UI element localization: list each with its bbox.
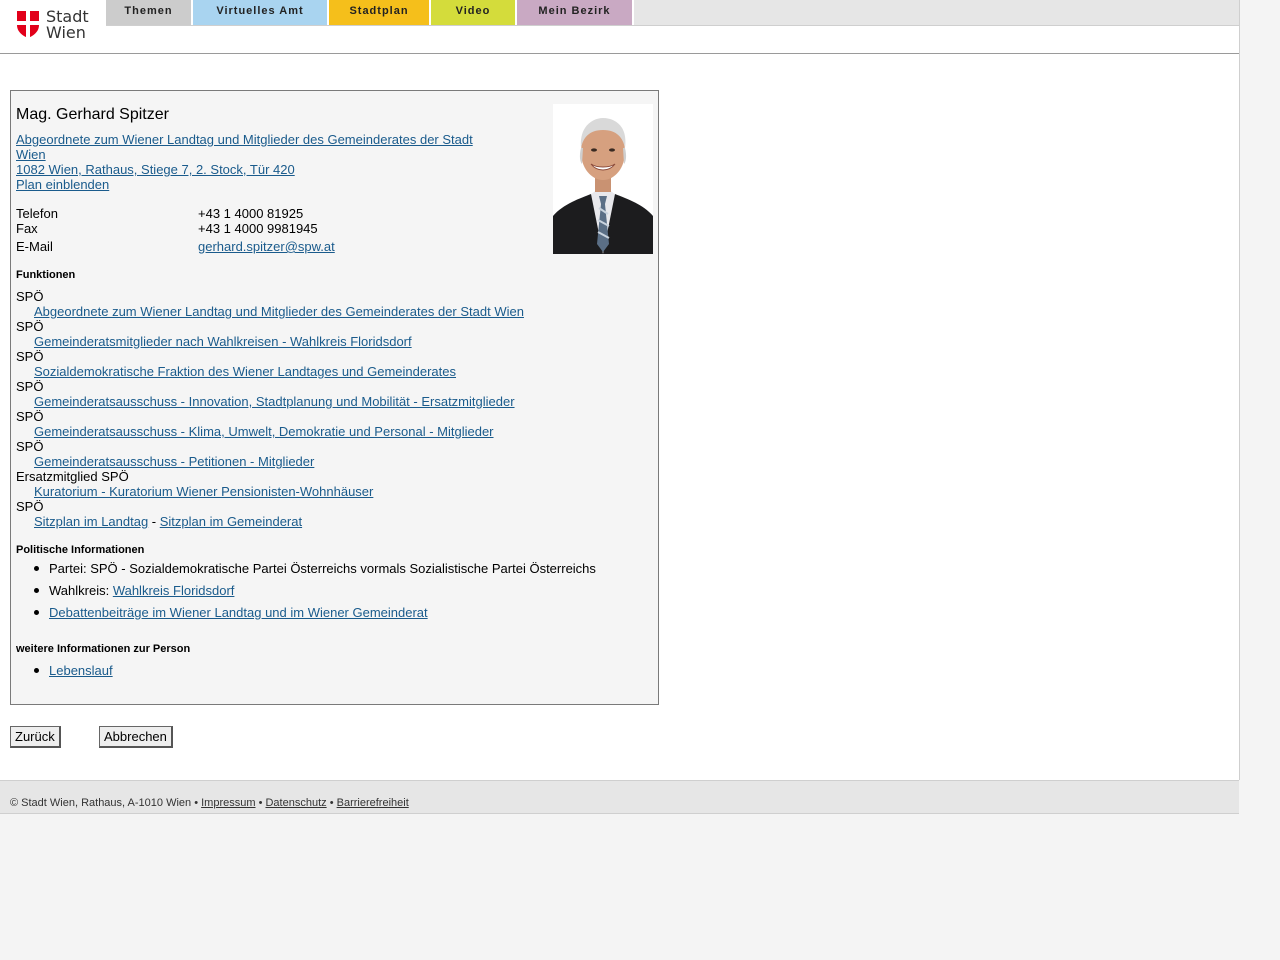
function-link[interactable]: Sozialdemokratische Fraktion des Wiener …: [16, 364, 636, 379]
phone-label: Telefon: [16, 206, 58, 221]
email-link[interactable]: gerhard.spitzer@spw.at: [198, 239, 335, 254]
weitere-informationen-heading: weitere Informationen zur Person: [16, 643, 191, 655]
function-party: SPÖ: [16, 319, 44, 334]
function-party: SPÖ: [16, 439, 44, 454]
footer-separator: •: [326, 797, 337, 809]
site-footer: © Stadt Wien, Rathaus, A-1010 Wien • Imp…: [0, 780, 1239, 814]
debattenbeitraege-link[interactable]: Debattenbeiträge im Wiener Landtag und i…: [49, 605, 428, 620]
partei-label: Partei:: [49, 561, 91, 576]
page: Stadt Wien Themen Virtuelles Amt Stadtpl…: [0, 0, 1240, 780]
function-link[interactable]: Kuratorium - Kuratorium Wiener Pensionis…: [16, 484, 636, 499]
function-party: SPÖ: [16, 379, 44, 394]
lebenslauf-link[interactable]: Lebenslauf: [49, 663, 113, 678]
address-block: Abgeordnete zum Wiener Landtag und Mitgl…: [16, 132, 486, 192]
logo-line-2: Wien: [46, 23, 86, 42]
politische-informationen-list: Partei: SPÖ - Sozialdemokratische Partei…: [16, 561, 636, 627]
lebenslauf-item: Lebenslauf: [16, 663, 636, 685]
nav-tab-virtuelles-amt[interactable]: Virtuelles Amt: [193, 0, 329, 25]
function-link[interactable]: Gemeinderatsausschuss - Klima, Umwelt, D…: [16, 424, 636, 439]
impressum-link[interactable]: Impressum: [201, 797, 255, 809]
fax-label: Fax: [16, 221, 38, 236]
function-link[interactable]: Abgeordnete zum Wiener Landtag und Mitgl…: [16, 304, 636, 319]
function-party: SPÖ: [16, 349, 44, 364]
person-name: Mag. Gerhard Spitzer: [16, 106, 169, 123]
seating-separator: -: [148, 514, 160, 529]
footer-separator: •: [255, 797, 266, 809]
address-link[interactable]: 1082 Wien, Rathaus, Stiege 7, 2. Stock, …: [16, 162, 486, 177]
back-button[interactable]: Zurück: [10, 726, 61, 748]
function-party: SPÖ: [16, 409, 44, 424]
nav-tab-stadtplan[interactable]: Stadtplan: [329, 0, 431, 25]
seating-plan-row: Sitzplan im Landtag - Sitzplan im Gemein…: [16, 514, 636, 529]
barrierefreiheit-link[interactable]: Barrierefreiheit: [337, 797, 409, 809]
wien-shield-icon: [17, 11, 39, 38]
weitere-informationen-list: Lebenslauf: [16, 663, 636, 685]
footer-text: © Stadt Wien, Rathaus, A-1010 Wien • Imp…: [10, 797, 409, 809]
person-detail-box: Mag. Gerhard Spitzer Abgeordnete zum Wie…: [10, 90, 659, 705]
contact-row-fax: Fax +43 1 4000 9981945: [16, 221, 486, 236]
contact-row-email: E-Mail gerhard.spitzer@spw.at: [16, 239, 486, 254]
phone-value: +43 1 4000 81925: [198, 206, 304, 221]
role-link-line-2: Wien: [16, 147, 46, 162]
site-header: Stadt Wien Themen Virtuelles Amt Stadtpl…: [0, 0, 1239, 54]
role-link[interactable]: Abgeordnete zum Wiener Landtag und Mitgl…: [16, 132, 486, 162]
logo-wordmark: Stadt Wien: [46, 9, 89, 41]
seating-party: SPÖ: [16, 499, 44, 514]
wahlkreis-label: Wahlkreis:: [49, 583, 113, 598]
person-photo: [553, 104, 653, 254]
debatten-item: Debattenbeiträge im Wiener Landtag und i…: [16, 605, 636, 627]
function-link[interactable]: Gemeinderatsausschuss - Innovation, Stad…: [16, 394, 636, 409]
sitzplan-gemeinderat-link[interactable]: Sitzplan im Gemeinderat: [160, 514, 302, 529]
email-label: E-Mail: [16, 239, 53, 254]
contact-block: Telefon +43 1 4000 81925 Fax +43 1 4000 …: [16, 206, 486, 254]
nav-tab-themen[interactable]: Themen: [106, 0, 193, 25]
wahlkreis-link[interactable]: Wahlkreis Floridsdorf: [113, 583, 235, 598]
partei-value: SPÖ - Sozialdemokratische Partei Österre…: [90, 561, 596, 576]
function-link[interactable]: Gemeinderatsausschuss - Petitionen - Mit…: [16, 454, 636, 469]
portrait-image: [553, 104, 653, 254]
partei-item: Partei: SPÖ - Sozialdemokratische Partei…: [16, 561, 636, 583]
datenschutz-link[interactable]: Datenschutz: [265, 797, 326, 809]
cancel-button[interactable]: Abbrechen: [99, 726, 173, 748]
function-link[interactable]: Gemeinderatsmitglieder nach Wahlkreisen …: [16, 334, 636, 349]
politische-informationen-heading: Politische Informationen: [16, 544, 145, 556]
stadt-wien-logo[interactable]: Stadt Wien: [17, 9, 93, 43]
function-party: SPÖ: [16, 289, 44, 304]
function-party: Ersatzmitglied SPÖ: [16, 469, 129, 484]
plan-einblenden-link[interactable]: Plan einblenden: [16, 177, 486, 192]
funktionen-heading: Funktionen: [16, 269, 76, 281]
footer-copyright: © Stadt Wien, Rathaus, A-1010 Wien •: [10, 797, 202, 809]
main-navigation: Themen Virtuelles Amt Stadtplan Video Me…: [106, 0, 1239, 26]
wahlkreis-item: Wahlkreis: Wahlkreis Floridsdorf: [16, 583, 636, 605]
contact-row-phone: Telefon +43 1 4000 81925: [16, 206, 486, 221]
role-link-line-1: Abgeordnete zum Wiener Landtag und Mitgl…: [16, 132, 473, 147]
nav-tab-mein-bezirk[interactable]: Mein Bezirk: [517, 0, 634, 25]
sitzplan-landtag-link[interactable]: Sitzplan im Landtag: [34, 514, 148, 529]
nav-tab-video[interactable]: Video: [431, 0, 517, 25]
fax-value: +43 1 4000 9981945: [198, 221, 318, 236]
funktionen-list: SPÖ Abgeordnete zum Wiener Landtag und M…: [16, 289, 636, 529]
